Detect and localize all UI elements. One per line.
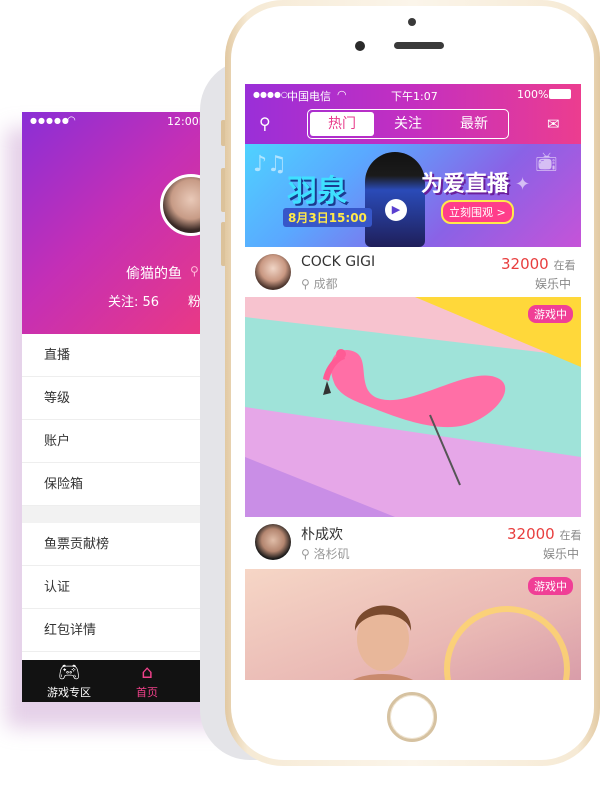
live-tag: 游戏中 xyxy=(528,305,573,323)
tab-following[interactable]: 关注 xyxy=(376,112,440,136)
music-note-icon: ♪♫ xyxy=(253,152,287,177)
viewer-count: 32000 在看 xyxy=(501,255,576,273)
viewer-count: 32000 在看 xyxy=(507,525,581,543)
feed-tabs: 热门 关注 最新 xyxy=(307,109,509,139)
signal-icon: ●●●●● xyxy=(30,116,70,125)
location-pin-icon: ⚲ xyxy=(301,277,314,291)
status-time: 下午1:07 xyxy=(391,90,438,103)
play-icon[interactable]: ▶ xyxy=(385,199,407,221)
wifi-icon: ◠ xyxy=(337,88,347,101)
anchor-location-text: 洛杉矶 xyxy=(313,547,350,561)
anchor-avatar[interactable] xyxy=(255,254,291,290)
follow-count: 56 xyxy=(142,295,160,310)
promo-banner[interactable]: ♪♫ 羽泉 8月3日15:00 ▶ 为爱直播 立刻围观 > 📺︎ ✦ xyxy=(245,144,581,247)
banner-date: 8月3日15:00 xyxy=(283,208,372,227)
proximity-sensor xyxy=(408,18,416,26)
anchor-location: ⚲ 洛杉矶 xyxy=(301,545,350,562)
home-icon: ⌂ xyxy=(141,662,153,683)
anchor-location: ⚲ 成都 xyxy=(301,275,338,292)
banner-title-right: 为爱直播 xyxy=(421,172,510,197)
gamepad-icon: 🎮︎ xyxy=(57,662,81,683)
menu-item-safe[interactable]: 保险箱 xyxy=(22,463,227,506)
viewer-number: 32000 xyxy=(501,255,549,273)
menu-item-account[interactable]: 账户 xyxy=(22,420,227,463)
viewer-unit: 在看 xyxy=(553,259,576,272)
banner-watch-button[interactable]: 立刻围观 > xyxy=(441,200,514,224)
search-icon[interactable]: ⚲ xyxy=(259,114,279,134)
earpiece-speaker xyxy=(394,42,444,49)
profile-user-name: 偷猫的鱼 xyxy=(126,266,182,282)
star-icon: ✦ xyxy=(515,174,531,195)
anchor-status: 娱乐中 xyxy=(535,277,572,291)
anchor-name: 朴成欢 xyxy=(301,527,343,543)
signal-icon: ●●●●○ xyxy=(253,90,288,99)
stream-card-header[interactable]: 朴成欢 ⚲ 洛杉矶 32000 在看 娱乐中 xyxy=(245,517,581,567)
menu-item-ranking[interactable]: 鱼票贡献榜 xyxy=(22,523,227,566)
main-screen: ●●●●○ 中国电信 ◠ 下午1:07 100% ⚲ 热门 关注 最新 ✉ ♪♫… xyxy=(245,84,581,680)
battery-icon xyxy=(549,89,571,99)
anchor-location-text: 成都 xyxy=(313,277,338,291)
profile-screen: ●●●●● ◠ 12:00PM 偷猫的鱼 ⚲ ★ 9 关注: 56 粉丝: 直播… xyxy=(22,112,227,702)
viewer-number: 32000 xyxy=(507,525,555,543)
anchor-status: 娱乐中 xyxy=(543,547,580,561)
location-pin-icon: ⚲ xyxy=(190,264,199,278)
flamingo-image xyxy=(245,297,581,517)
profile-status-bar: ●●●●● ◠ 12:00PM xyxy=(22,112,227,132)
top-bar: ●●●●○ 中国电信 ◠ 下午1:07 100% ⚲ 热门 关注 最新 ✉ xyxy=(245,84,581,144)
tab-games[interactable]: 🎮︎ 游戏专区 xyxy=(34,660,104,702)
stream-card-header[interactable]: COCK GIGI ⚲ 成都 32000 在看 娱乐中 xyxy=(245,247,581,297)
carrier-name: 中国电信 xyxy=(287,90,331,103)
battery-level: 100% xyxy=(517,88,549,101)
follow-stat[interactable]: 关注: 56 xyxy=(108,291,159,310)
tab-latest[interactable]: 最新 xyxy=(442,112,506,136)
stream-thumbnail[interactable]: 游戏中 xyxy=(245,569,581,680)
menu-item-level[interactable]: 等级 xyxy=(22,377,227,420)
home-button[interactable] xyxy=(387,692,437,742)
menu-item-verify[interactable]: 认证 xyxy=(22,566,227,609)
tab-hot[interactable]: 热门 xyxy=(310,112,374,136)
live-tag: 游戏中 xyxy=(528,577,573,595)
tv-icon: 📺︎ xyxy=(535,152,558,173)
location-pin-icon: ⚲ xyxy=(301,547,314,561)
profile-menu: 直播 等级 账户 保险箱 鱼票贡献榜 认证 红包详情 xyxy=(22,334,227,652)
profile-header: ●●●●● ◠ 12:00PM 偷猫的鱼 ⚲ ★ 9 关注: 56 粉丝: xyxy=(22,112,227,334)
viewer-unit: 在看 xyxy=(559,529,582,542)
anchor-name: COCK GIGI xyxy=(301,254,376,270)
menu-item-redpacket[interactable]: 红包详情 xyxy=(22,609,227,652)
tab-home-label: 首页 xyxy=(136,686,158,699)
menu-divider xyxy=(22,506,227,523)
profile-tab-bar: 🎮︎ 游戏专区 ⌂ 首页 xyxy=(22,660,227,702)
stream-thumbnail[interactable]: 游戏中 xyxy=(245,297,581,517)
menu-item-live[interactable]: 直播 xyxy=(22,334,227,377)
anchor-avatar[interactable] xyxy=(255,524,291,560)
tab-home[interactable]: ⌂ 首页 xyxy=(122,660,172,702)
banner-title-left: 羽泉 xyxy=(287,174,347,209)
mail-icon[interactable]: ✉ xyxy=(547,114,567,134)
tab-games-label: 游戏专区 xyxy=(47,686,91,699)
wifi-icon: ◠ xyxy=(67,115,76,126)
front-camera xyxy=(355,41,365,51)
follow-label: 关注: xyxy=(108,295,139,310)
